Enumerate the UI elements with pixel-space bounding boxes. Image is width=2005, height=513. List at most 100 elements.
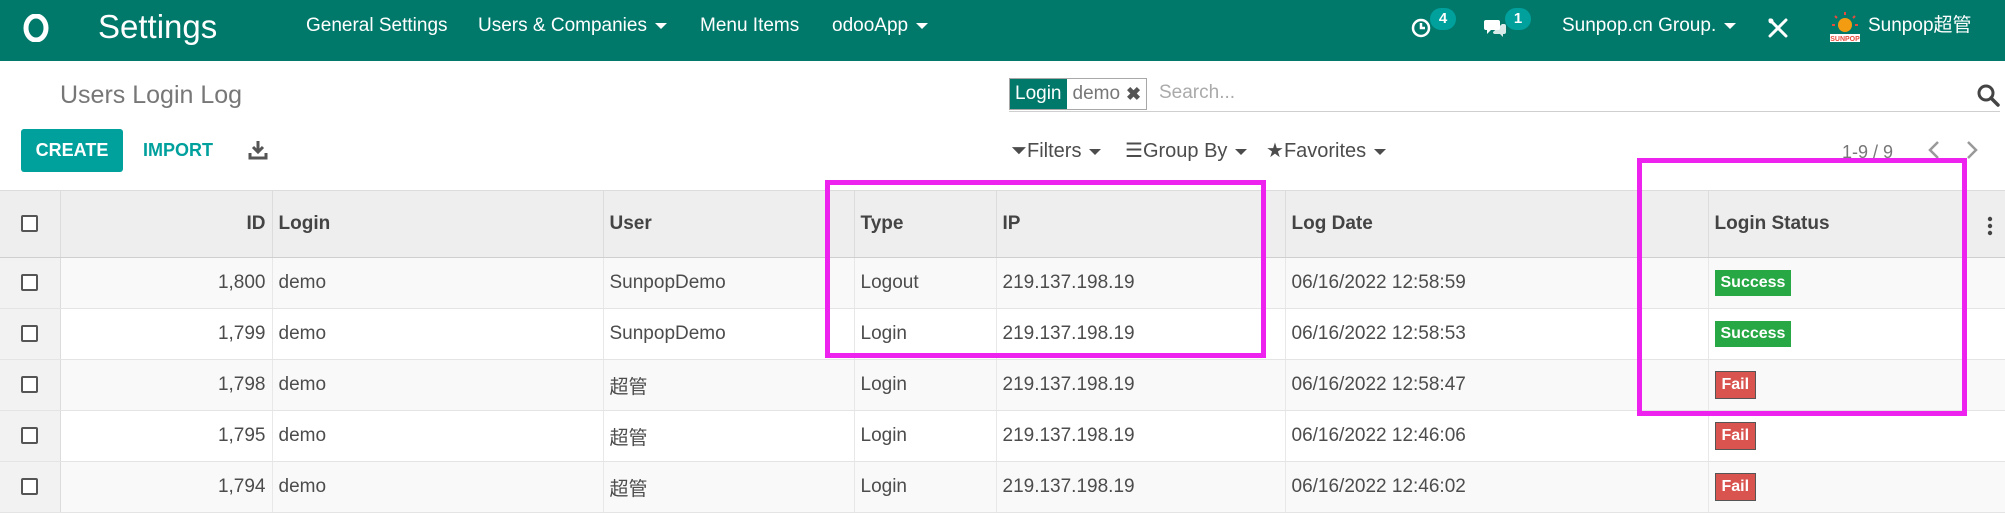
cell-id: 1,798: [60, 359, 273, 411]
menu-general-settings[interactable]: General Settings: [306, 15, 448, 37]
activity-count-badge: 4: [1430, 8, 1456, 30]
pager-value[interactable]: 1-9 / 9: [1842, 141, 1893, 163]
bug-tools-icon[interactable]: [1767, 17, 1789, 39]
select-all-checkbox[interactable]: [21, 215, 39, 233]
cell-login-status: Fail: [1708, 359, 2005, 411]
chevron-left-icon[interactable]: [1927, 139, 1941, 161]
menu-label: Menu Items: [700, 15, 800, 36]
table-row[interactable]: 1,798 demo 超管 Login 219.137.198.19 06/16…: [0, 359, 2005, 411]
column-header-login-status[interactable]: Login Status: [1708, 190, 2005, 258]
breadcrumb: Users Login Log: [60, 81, 243, 109]
user-name: Sunpop超管: [1868, 15, 1972, 36]
chevron-right-icon[interactable]: [1965, 139, 1979, 161]
chevron-down-icon: [654, 22, 667, 29]
cell-log-date: 06/16/2022 12:46:06: [1285, 410, 1709, 462]
close-icon[interactable]: ✖: [1126, 79, 1146, 109]
cell-login: demo: [272, 257, 604, 309]
row-select-cell: [0, 359, 61, 411]
chevron-down-icon: [916, 22, 929, 29]
table-row[interactable]: 1,800 demo SunpopDemo Logout 219.137.198…: [0, 257, 2005, 309]
table-row[interactable]: 1,795 demo 超管 Login 219.137.198.19 06/16…: [0, 410, 2005, 462]
optional-columns-icon[interactable]: [1987, 216, 1993, 236]
menu-label: Users & Companies: [478, 15, 647, 36]
cell-type: Login: [854, 461, 997, 513]
search-input[interactable]: [1159, 79, 1959, 107]
cell-id: 1,795: [60, 410, 273, 462]
cell-login: demo: [272, 359, 604, 411]
table-row[interactable]: 1,794 demo 超管 Login 219.137.198.19 06/16…: [0, 461, 2005, 513]
create-button[interactable]: CREATE: [21, 129, 123, 172]
menu-label: odooApp: [832, 15, 909, 36]
cell-log-date: 06/16/2022 12:58:53: [1285, 308, 1709, 360]
status-badge: Success: [1714, 321, 1792, 347]
apps-menu-icon[interactable]: [22, 14, 50, 42]
app-title[interactable]: Settings: [98, 8, 217, 46]
cell-login-status: Success: [1708, 308, 2005, 360]
cell-login-status: Success: [1708, 257, 2005, 309]
svg-text:SUNPOP: SUNPOP: [1830, 36, 1860, 43]
filters-label: Filters: [1027, 140, 1082, 162]
cell-login: demo: [272, 308, 604, 360]
cell-user: 超管: [603, 461, 855, 513]
row-checkbox[interactable]: [21, 427, 39, 445]
download-icon[interactable]: [248, 139, 268, 161]
column-header-ip[interactable]: IP: [996, 190, 1286, 258]
clock-activity-icon[interactable]: [1410, 17, 1432, 39]
menu-users-companies[interactable]: Users & Companies: [478, 15, 667, 37]
favorites-button[interactable]: ★Favorites: [1266, 139, 1387, 163]
chat-bubbles-icon[interactable]: [1483, 17, 1507, 39]
search-icon[interactable]: [1976, 83, 2000, 107]
group-by-label: Group By: [1142, 140, 1228, 162]
company-switcher[interactable]: Sunpop.cn Group.: [1562, 15, 1737, 37]
cell-type: Login: [854, 359, 997, 411]
search-box: Login demo ✖: [1009, 76, 2000, 112]
status-badge: Fail: [1714, 371, 1757, 399]
filter-icon: ⏷: [1011, 140, 1027, 162]
search-facet: Login demo ✖: [1009, 78, 1148, 110]
cell-log-date: 06/16/2022 12:46:02: [1285, 461, 1709, 513]
star-icon: ★: [1266, 140, 1284, 162]
column-header-user[interactable]: User: [603, 190, 855, 258]
group-by-button[interactable]: ☰Group By: [1125, 139, 1248, 163]
menu-label: General Settings: [306, 15, 448, 36]
column-header-id[interactable]: ID: [60, 190, 273, 258]
table-header-row: ID Login User Type IP Log Date Login Sta…: [0, 190, 2005, 258]
cell-user: SunpopDemo: [603, 308, 855, 360]
facet-value: demo: [1072, 83, 1121, 104]
favorites-label: Favorites: [1283, 140, 1367, 162]
login-log-table: ID Login User Type IP Log Date Login Sta…: [0, 190, 2005, 513]
chevron-down-icon: [1089, 148, 1102, 155]
row-checkbox[interactable]: [21, 325, 39, 343]
user-avatar[interactable]: SUNPOP: [1828, 10, 1862, 44]
status-badge: Fail: [1714, 473, 1757, 501]
cell-id: 1,799: [60, 308, 273, 360]
message-count-badge: 1: [1505, 8, 1531, 30]
user-menu[interactable]: Sunpop超管: [1868, 15, 1972, 37]
row-checkbox[interactable]: [21, 274, 39, 292]
cell-log-date: 06/16/2022 12:58:59: [1285, 257, 1709, 309]
cell-login-status: Fail: [1708, 410, 2005, 462]
facet-label: Login: [1010, 79, 1067, 109]
column-header-log-date[interactable]: Log Date: [1285, 190, 1709, 258]
row-checkbox[interactable]: [21, 478, 39, 496]
column-header-type[interactable]: Type: [854, 190, 997, 258]
row-select-cell: [0, 308, 61, 360]
cell-login: demo: [272, 410, 604, 462]
cell-user: SunpopDemo: [603, 257, 855, 309]
import-button[interactable]: IMPORT: [143, 129, 213, 172]
table-body: 1,800 demo SunpopDemo Logout 219.137.198…: [0, 257, 2005, 513]
company-name: Sunpop.cn Group.: [1562, 15, 1717, 36]
cell-id: 1,794: [60, 461, 273, 513]
menu-odooapp[interactable]: odooApp: [832, 15, 929, 37]
login-status-label: Login Status: [1714, 213, 1830, 234]
cell-id: 1,800: [60, 257, 273, 309]
cell-user: 超管: [603, 359, 855, 411]
filters-button[interactable]: ⏷Filters: [1011, 139, 1102, 163]
select-all-cell: [0, 190, 61, 258]
chevron-down-icon: [1235, 148, 1248, 155]
row-checkbox[interactable]: [21, 376, 39, 394]
menu-menu-items[interactable]: Menu Items: [700, 15, 799, 37]
cell-user: 超管: [603, 410, 855, 462]
column-header-login[interactable]: Login: [272, 190, 604, 258]
table-row[interactable]: 1,799 demo SunpopDemo Login 219.137.198.…: [0, 308, 2005, 360]
